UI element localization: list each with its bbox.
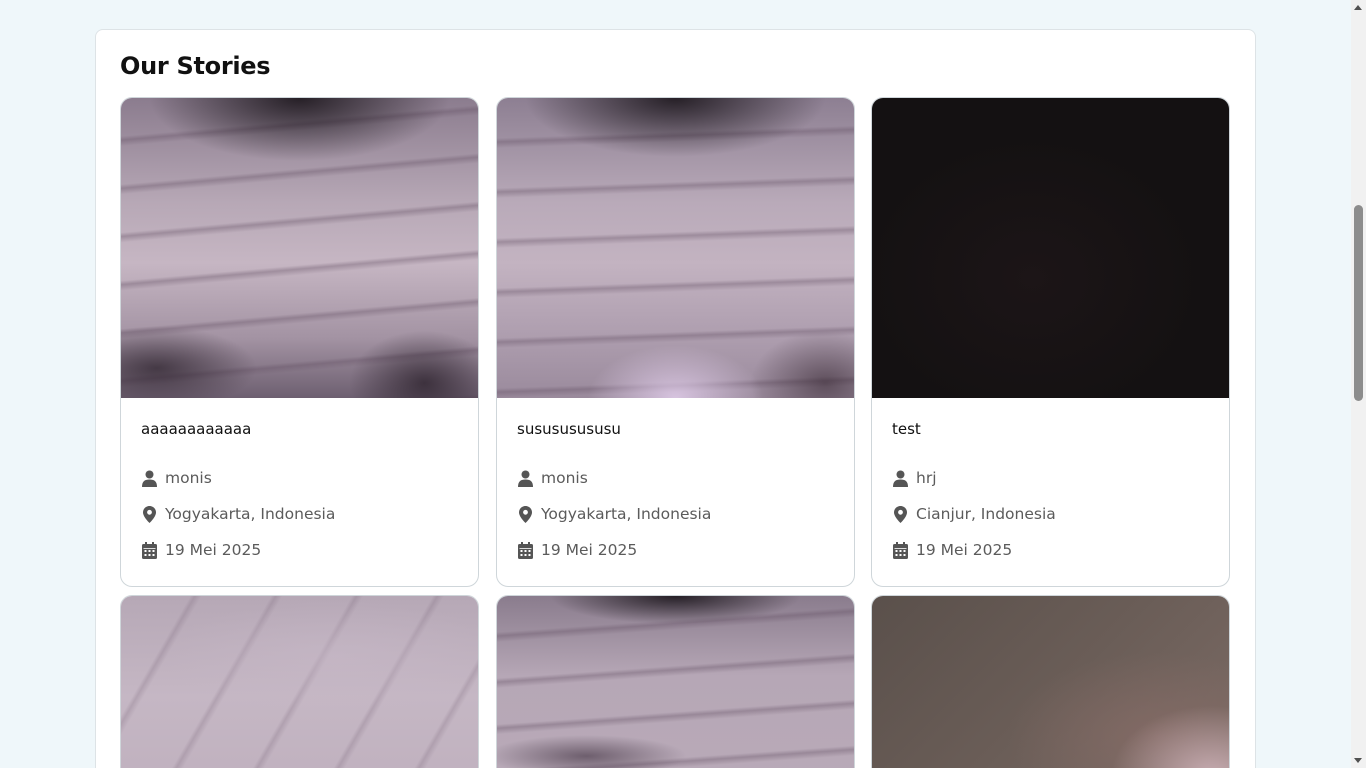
author-name: hrj bbox=[916, 469, 937, 487]
stories-section: Our Stories aaaaaaaaaaaa monis Yogyakart… bbox=[95, 29, 1256, 768]
story-card[interactable]: test hrj Cianjur, Indonesia 19 Mei 2025 bbox=[871, 97, 1230, 587]
story-location: Cianjur, Indonesia bbox=[892, 496, 1209, 532]
author-name: monis bbox=[165, 469, 212, 487]
user-icon bbox=[517, 469, 533, 487]
story-author: monis bbox=[517, 460, 834, 496]
story-date: 19 Mei 2025 bbox=[892, 532, 1209, 568]
story-photo[interactable] bbox=[872, 98, 1229, 398]
story-photo[interactable] bbox=[497, 596, 854, 768]
story-date: 19 Mei 2025 bbox=[517, 532, 834, 568]
user-icon bbox=[141, 469, 157, 487]
author-name: monis bbox=[541, 469, 588, 487]
location-text: Yogyakarta, Indonesia bbox=[165, 505, 336, 523]
story-name: aaaaaaaaaaaa bbox=[141, 420, 252, 438]
map-pin-icon bbox=[141, 505, 157, 523]
calendar-icon bbox=[892, 541, 908, 559]
scroll-up-arrow-icon[interactable] bbox=[1354, 5, 1362, 10]
date-text: 19 Mei 2025 bbox=[165, 541, 262, 559]
calendar-icon bbox=[141, 541, 157, 559]
story-photo[interactable] bbox=[497, 98, 854, 398]
calendar-icon bbox=[517, 541, 533, 559]
section-title: Our Stories bbox=[120, 52, 271, 80]
location-text: Yogyakarta, Indonesia bbox=[541, 505, 712, 523]
scroll-thumb[interactable] bbox=[1354, 205, 1363, 401]
story-name: test bbox=[892, 420, 921, 438]
page-scrollbar[interactable] bbox=[1351, 0, 1366, 768]
story-card[interactable]: aaaaaaaaaaaa monis Yogyakarta, Indonesia… bbox=[120, 97, 479, 587]
story-location: Yogyakarta, Indonesia bbox=[141, 496, 458, 532]
location-text: Cianjur, Indonesia bbox=[916, 505, 1056, 523]
story-name: susususususu bbox=[517, 420, 621, 438]
story-card[interactable] bbox=[871, 595, 1230, 768]
story-card[interactable]: susususususu monis Yogyakarta, Indonesia… bbox=[496, 97, 855, 587]
story-author: hrj bbox=[892, 460, 1209, 496]
map-pin-icon bbox=[892, 505, 908, 523]
map-pin-icon bbox=[517, 505, 533, 523]
user-icon bbox=[892, 469, 908, 487]
scroll-down-arrow-icon[interactable] bbox=[1354, 758, 1362, 763]
date-text: 19 Mei 2025 bbox=[916, 541, 1013, 559]
story-photo[interactable] bbox=[121, 98, 478, 398]
date-text: 19 Mei 2025 bbox=[541, 541, 638, 559]
story-location: Yogyakarta, Indonesia bbox=[517, 496, 834, 532]
story-author: monis bbox=[141, 460, 458, 496]
story-photo[interactable] bbox=[872, 596, 1229, 768]
story-date: 19 Mei 2025 bbox=[141, 532, 458, 568]
story-card[interactable] bbox=[120, 595, 479, 768]
story-photo[interactable] bbox=[121, 596, 478, 768]
story-card[interactable] bbox=[496, 595, 855, 768]
